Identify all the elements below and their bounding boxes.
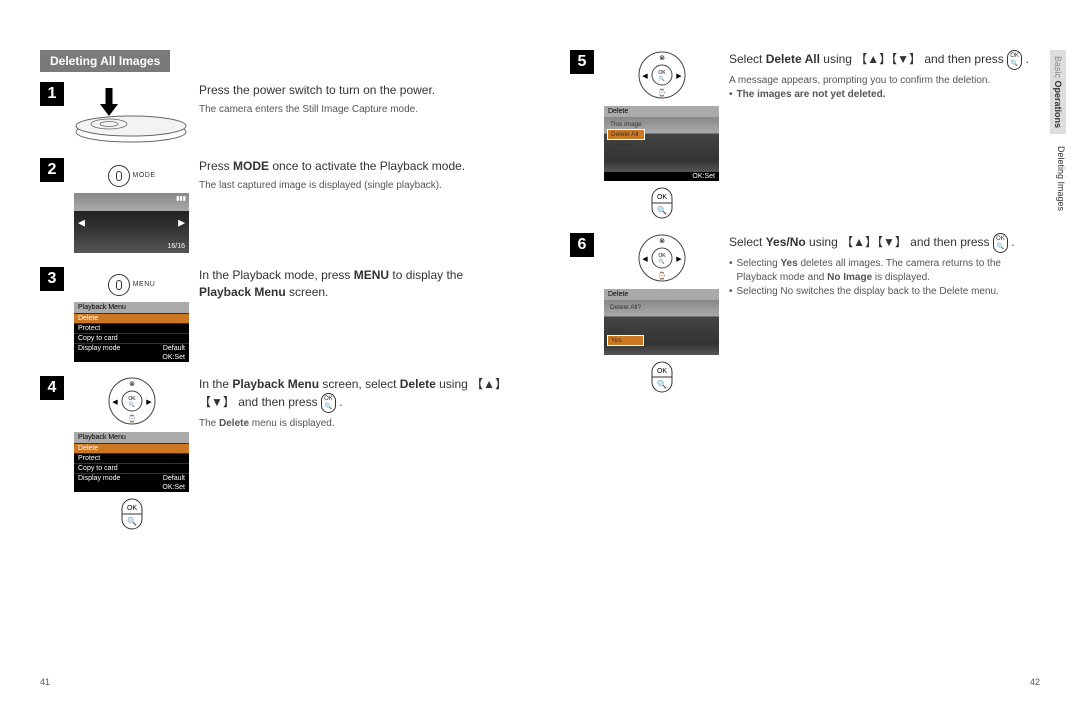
step-1: 1 Press the power switch to turn on the … bbox=[40, 82, 510, 144]
svg-text:⌚: ⌚ bbox=[657, 88, 666, 97]
menu-row: Display modeDefault bbox=[74, 343, 189, 353]
page-number-right: 42 bbox=[1030, 677, 1040, 687]
step-4-desc: The Delete menu is displayed. bbox=[199, 417, 510, 431]
menu-header: Playback Menu bbox=[74, 302, 189, 313]
menu-row-delete: Delete bbox=[74, 313, 189, 323]
step-2: 2 MODE ▮▮▮ ◀ ▶ 16/16 Press MODE o bbox=[40, 158, 510, 253]
nav-left-icon: ◀ bbox=[78, 218, 85, 229]
svg-text:🔍: 🔍 bbox=[658, 75, 664, 82]
step-5: 5 OK 🔍 ⊗ ⌚ ◀ ▶ Delete bbox=[570, 50, 1040, 219]
lcd-playback-menu: Playback Menu Delete Protect Copy to car… bbox=[74, 432, 189, 492]
svg-text:🔍: 🔍 bbox=[128, 401, 134, 408]
svg-text:⌚: ⌚ bbox=[127, 414, 136, 423]
svg-text:▶: ▶ bbox=[676, 256, 682, 263]
lcd-playback-menu: Playback Menu Delete Protect Copy to car… bbox=[74, 302, 189, 362]
side-tab: Basic Operations Deleting Images bbox=[1050, 50, 1066, 211]
lcd-confirm-menu: Delete Delete All? No Yes bbox=[604, 289, 719, 355]
dpad-illustration: OK 🔍 ⊗ ⌚ ◀ ▶ bbox=[637, 233, 687, 283]
menu-item-no: No bbox=[607, 326, 644, 335]
svg-text:OK: OK bbox=[656, 368, 666, 375]
ok-button-illustration: OK 🔍 bbox=[121, 498, 143, 530]
step-4-title: In the Playback Menu screen, select Dele… bbox=[199, 376, 510, 413]
svg-text:⊗: ⊗ bbox=[129, 381, 135, 388]
ok-icon: OK🔍 bbox=[1007, 50, 1022, 70]
menu-row: Display modeDefault bbox=[74, 473, 189, 483]
section-title: Deleting All Images bbox=[40, 50, 170, 72]
step-number: 1 bbox=[40, 82, 64, 106]
svg-text:🔍: 🔍 bbox=[657, 205, 667, 215]
ok-icon: OK🔍 bbox=[321, 393, 336, 413]
page-right: 5 OK 🔍 ⊗ ⌚ ◀ ▶ Delete bbox=[540, 0, 1080, 717]
lcd-playback-illustration: ▮▮▮ ◀ ▶ 16/16 bbox=[74, 193, 189, 253]
mode-label: MODE bbox=[133, 172, 156, 179]
svg-text:▶: ▶ bbox=[676, 73, 682, 80]
step-number: 6 bbox=[570, 233, 594, 257]
menu-row-delete: Delete bbox=[74, 443, 189, 453]
step-number: 5 bbox=[570, 50, 594, 74]
svg-text:🔍: 🔍 bbox=[127, 516, 137, 526]
menu-item: This image bbox=[607, 120, 645, 129]
dpad-illustration: OK 🔍 ⊗ ⌚ ◀ ▶ bbox=[107, 376, 157, 426]
step-1-desc: The camera enters the Still Image Captur… bbox=[199, 103, 510, 117]
menu-label: MENU bbox=[133, 281, 156, 288]
menu-header: Delete bbox=[604, 106, 719, 117]
confirm-question: Delete All? bbox=[607, 303, 644, 312]
page-left: Deleting All Images 1 Press the powe bbox=[0, 0, 540, 717]
svg-text:🔍: 🔍 bbox=[658, 258, 664, 265]
step-3-title: In the Playback mode, press MENU to disp… bbox=[199, 267, 510, 301]
svg-text:⊗: ⊗ bbox=[659, 238, 665, 245]
svg-text:🔍: 🔍 bbox=[657, 379, 667, 389]
step-2-desc: The last captured image is displayed (si… bbox=[199, 179, 510, 193]
side-tab-chapter: Basic Operations bbox=[1050, 50, 1066, 134]
menu-item: Exit bbox=[607, 149, 645, 158]
menu-row: Copy to card bbox=[74, 463, 189, 473]
menu-row: Copy to card bbox=[74, 333, 189, 343]
ok-button-illustration: OK 🔍 bbox=[651, 361, 673, 393]
step-5-desc: A message appears, prompting you to conf… bbox=[729, 74, 1040, 88]
step-6-bullet-2: Selecting No switches the display back t… bbox=[729, 285, 1040, 299]
ok-icon: OK🔍 bbox=[993, 233, 1008, 253]
step-5-bullet: The images are not yet deleted. bbox=[729, 88, 1040, 102]
menu-ok-hint: OK:Set bbox=[74, 483, 189, 492]
step-6-title: Select Yes/No using 【▲】【▼】 and then pres… bbox=[729, 233, 1040, 253]
page-number-left: 41 bbox=[40, 677, 50, 687]
menu-item-yes: Yes bbox=[607, 335, 644, 346]
svg-text:◀: ◀ bbox=[642, 73, 648, 80]
svg-text:▶: ▶ bbox=[146, 399, 152, 406]
step-4: 4 OK 🔍 ⊗ ⌚ ◀ ▶ Playback Menu bbox=[40, 376, 510, 530]
menu-button-illustration: MENU bbox=[74, 267, 189, 302]
menu-row: Protect bbox=[74, 323, 189, 333]
menu-header: Playback Menu bbox=[74, 432, 189, 443]
step-6: 6 OK 🔍 ⊗ ⌚ ◀ ▶ Delete bbox=[570, 233, 1040, 393]
ok-button-illustration: OK 🔍 bbox=[651, 187, 673, 219]
step-number: 2 bbox=[40, 158, 64, 182]
step-6-bullet-1: Selecting Yes deletes all images. The ca… bbox=[729, 257, 1040, 285]
svg-text:⊗: ⊗ bbox=[659, 55, 665, 62]
svg-text:OK: OK bbox=[126, 505, 136, 512]
nav-right-icon: ▶ bbox=[178, 218, 185, 229]
menu-header: Delete bbox=[604, 289, 719, 300]
menu-item-selected: Delete All bbox=[607, 129, 645, 140]
power-switch-illustration bbox=[74, 82, 189, 144]
step-number: 4 bbox=[40, 376, 64, 400]
step-2-title: Press MODE once to activate the Playback… bbox=[199, 158, 510, 175]
step-1-title: Press the power switch to turn on the po… bbox=[199, 82, 510, 99]
svg-text:◀: ◀ bbox=[112, 399, 118, 406]
side-tab-section: Deleting Images bbox=[1050, 146, 1066, 211]
step-number: 3 bbox=[40, 267, 64, 291]
image-counter: 16/16 bbox=[167, 243, 185, 250]
menu-ok-hint: OK:Set bbox=[604, 172, 719, 181]
menu-ok-hint: OK:Set bbox=[74, 353, 189, 362]
menu-row: Protect bbox=[74, 453, 189, 463]
mode-button-illustration: MODE bbox=[74, 158, 189, 193]
svg-text:◀: ◀ bbox=[642, 256, 648, 263]
menu-item: Format bbox=[607, 140, 645, 149]
lcd-delete-menu: Delete This image Delete All Format Exit… bbox=[604, 106, 719, 181]
svg-text:OK: OK bbox=[656, 194, 666, 201]
dpad-illustration: OK 🔍 ⊗ ⌚ ◀ ▶ bbox=[637, 50, 687, 100]
svg-text:⌚: ⌚ bbox=[657, 271, 666, 280]
step-3: 3 MENU Playback Menu Delete Protect Copy… bbox=[40, 267, 510, 362]
step-5-title: Select Delete All using 【▲】【▼】 and then … bbox=[729, 50, 1040, 70]
battery-icon: ▮▮▮ bbox=[176, 195, 186, 202]
